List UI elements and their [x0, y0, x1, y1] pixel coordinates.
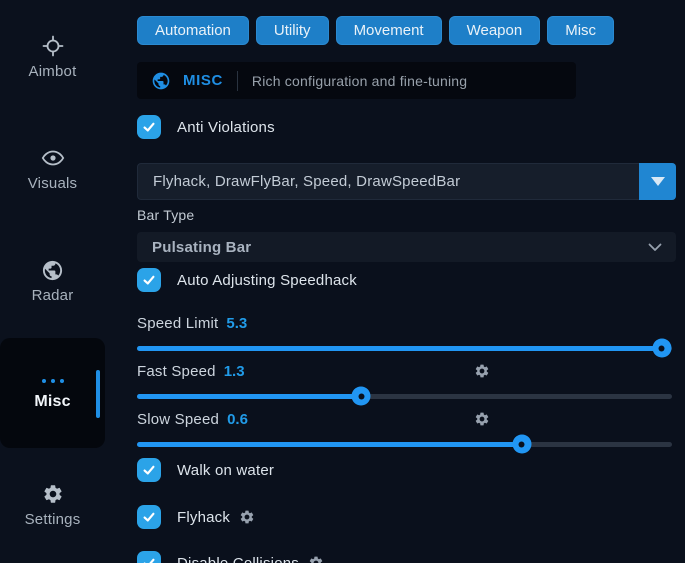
- check-icon: [141, 119, 157, 135]
- multiselect-value: Flyhack, DrawFlyBar, Speed, DrawSpeedBar: [138, 173, 460, 190]
- speed-limit-slider[interactable]: [137, 339, 676, 357]
- main-panel: Automation Utility Movement Weapon Misc …: [130, 0, 685, 563]
- slider-fill: [137, 394, 361, 399]
- bar-type-label: Bar Type: [137, 207, 676, 223]
- crosshair-icon: [41, 34, 65, 58]
- sidebar-item-label: Radar: [32, 287, 74, 304]
- slider-value: 0.6: [227, 411, 248, 428]
- sidebar-item-visuals[interactable]: Visuals: [0, 146, 105, 192]
- checkbox-label: Disable Collisions: [177, 555, 299, 563]
- slider-label: Fast Speed: [137, 363, 216, 380]
- tab-utility[interactable]: Utility: [256, 16, 329, 45]
- check-icon: [141, 555, 157, 563]
- anti-violations-checkbox[interactable]: [137, 115, 161, 139]
- section-header: MISC Rich configuration and fine-tuning: [137, 62, 576, 99]
- globe-icon: [41, 258, 65, 282]
- tab-misc[interactable]: Misc: [547, 16, 614, 45]
- slider-value: 5.3: [226, 315, 247, 332]
- slow-speed-slider[interactable]: [137, 435, 676, 453]
- cheat-config-window: Aimbot Visuals Radar Misc Settings: [0, 0, 685, 563]
- slider-label: Speed Limit: [137, 315, 218, 332]
- check-icon: [141, 509, 157, 525]
- anti-violations-row: Anti Violations: [137, 115, 676, 139]
- gear-icon: [41, 482, 65, 506]
- slider-value: 1.3: [224, 363, 245, 380]
- flyhack-gear-icon[interactable]: [239, 509, 255, 525]
- sidebar-item-settings[interactable]: Settings: [0, 482, 105, 528]
- slider-fill: [137, 442, 522, 447]
- select-value: Pulsating Bar: [152, 239, 251, 256]
- checkbox-label: Walk on water: [177, 462, 274, 479]
- slider-handle[interactable]: [512, 435, 531, 454]
- sidebar-item-label: Visuals: [28, 175, 77, 192]
- divider: [237, 71, 238, 91]
- category-tabs: Automation Utility Movement Weapon Misc: [137, 16, 676, 45]
- check-icon: [141, 462, 157, 478]
- disable-collisions-row: Disable Collisions: [137, 551, 676, 563]
- slider-fill: [137, 346, 662, 351]
- sidebar-item-label: Settings: [25, 511, 81, 528]
- fast-speed-gear-icon[interactable]: [474, 363, 490, 379]
- tab-movement[interactable]: Movement: [336, 16, 442, 45]
- sidebar-item-aimbot[interactable]: Aimbot: [0, 34, 105, 80]
- checkbox-label: Anti Violations: [177, 119, 275, 136]
- sidebar-item-label: Misc: [34, 393, 70, 411]
- bar-type-select[interactable]: Pulsating Bar: [137, 232, 676, 262]
- section-title: MISC: [183, 72, 223, 89]
- sidebar: Aimbot Visuals Radar Misc Settings: [0, 0, 130, 563]
- sidebar-item-label: Aimbot: [29, 63, 77, 80]
- check-icon: [141, 272, 157, 288]
- auto-adjusting-row: Auto Adjusting Speedhack: [137, 268, 676, 292]
- bar-flags-multiselect[interactable]: Flyhack, DrawFlyBar, Speed, DrawSpeedBar: [137, 163, 676, 200]
- disable-collisions-checkbox[interactable]: [137, 551, 161, 563]
- walk-on-water-row: Walk on water: [137, 458, 676, 482]
- dropdown-arrow-icon: [651, 177, 665, 186]
- three-dots-icon: [42, 376, 64, 386]
- chevron-down-icon: [648, 243, 662, 252]
- speed-limit-label-row: Speed Limit 5.3: [137, 315, 676, 331]
- multiselect-open-button[interactable]: [639, 163, 676, 200]
- sidebar-item-misc-selected[interactable]: Misc: [0, 338, 105, 448]
- sidebar-item-radar[interactable]: Radar: [0, 258, 105, 304]
- checkbox-label: Auto Adjusting Speedhack: [177, 272, 357, 289]
- globe-icon: [151, 71, 171, 91]
- tab-weapon[interactable]: Weapon: [449, 16, 541, 45]
- eye-icon: [41, 146, 65, 170]
- active-indicator-bar: [96, 370, 100, 418]
- disable-collisions-gear-icon[interactable]: [308, 555, 324, 563]
- slider-handle[interactable]: [652, 339, 671, 358]
- walk-on-water-checkbox[interactable]: [137, 458, 161, 482]
- flyhack-row: Flyhack: [137, 505, 676, 529]
- auto-adjusting-checkbox[interactable]: [137, 268, 161, 292]
- fast-speed-label-row: Fast Speed 1.3: [137, 363, 676, 379]
- slow-speed-gear-icon[interactable]: [474, 411, 490, 427]
- fast-speed-slider[interactable]: [137, 387, 676, 405]
- checkbox-label: Flyhack: [177, 509, 230, 526]
- section-subtitle: Rich configuration and fine-tuning: [252, 73, 467, 89]
- slider-label: Slow Speed: [137, 411, 219, 428]
- flyhack-checkbox[interactable]: [137, 505, 161, 529]
- tab-automation[interactable]: Automation: [137, 16, 249, 45]
- slider-handle[interactable]: [352, 387, 371, 406]
- slow-speed-label-row: Slow Speed 0.6: [137, 411, 676, 427]
